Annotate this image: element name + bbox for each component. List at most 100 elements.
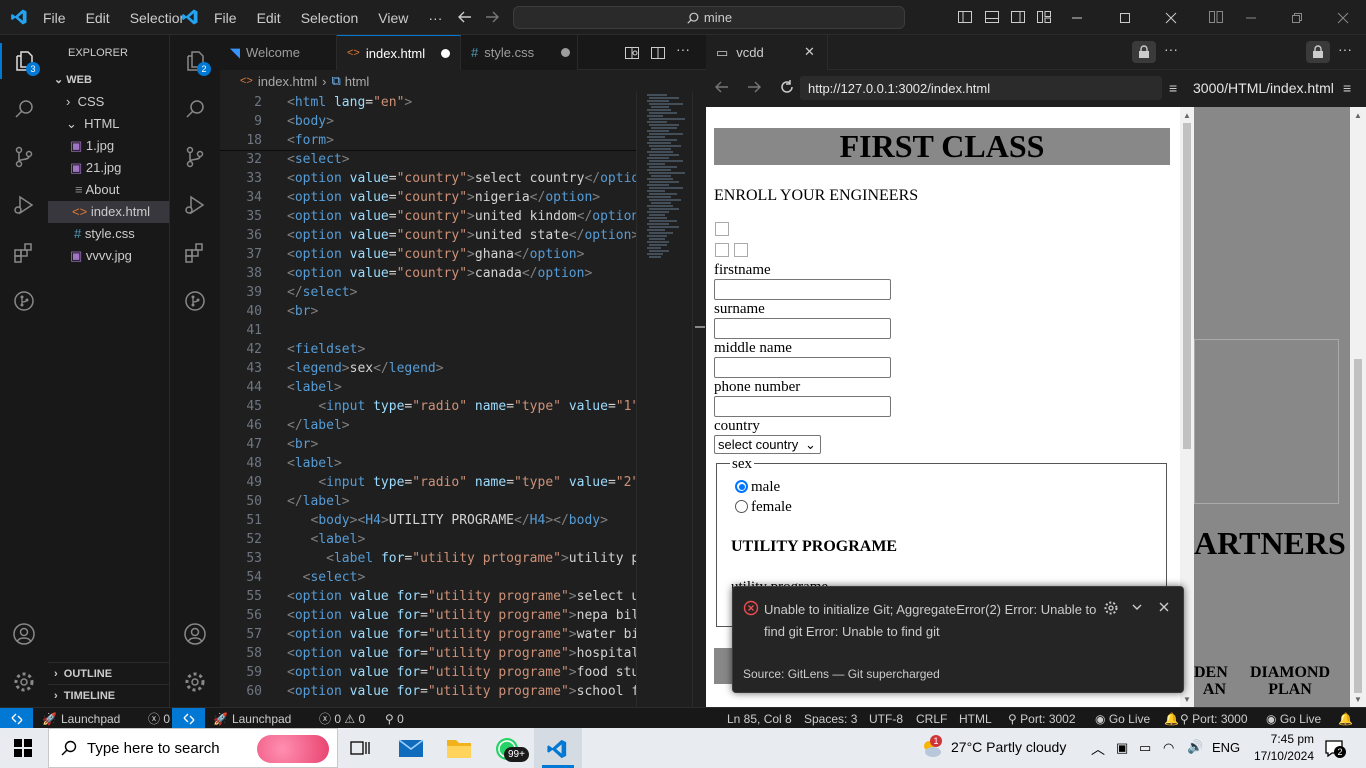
maximize-button[interactable]: [1102, 0, 1148, 35]
forward-arrow-icon[interactable]: [746, 79, 762, 95]
run-debug-icon[interactable]: [170, 181, 220, 229]
notifications-bell-icon[interactable]: 🔔: [1164, 708, 1179, 729]
page-scrollbar[interactable]: ▲ ▼: [1350, 107, 1366, 707]
code-line[interactable]: <select>: [287, 568, 639, 587]
restore-button-2[interactable]: [1274, 0, 1320, 35]
code-line[interactable]: <option value="country">nigeria</option>: [287, 188, 639, 207]
unsaved-dot-icon[interactable]: [561, 48, 570, 57]
close-tab-icon[interactable]: ✕: [804, 44, 815, 60]
ports-item[interactable]: ⚲ 0: [385, 708, 404, 729]
timeline-section[interactable]: › TIMELINE: [54, 685, 115, 707]
input-language[interactable]: ENG: [1212, 740, 1240, 755]
code-line[interactable]: </label>: [287, 492, 639, 511]
code-line[interactable]: <html lang="en">: [287, 93, 639, 112]
split-editor-icon[interactable]: [650, 45, 666, 61]
search-icon[interactable]: [0, 85, 48, 133]
gear-icon[interactable]: [1103, 600, 1119, 616]
chevron-up-icon[interactable]: ︿: [1091, 739, 1105, 759]
country-select[interactable]: select country ⌄: [714, 435, 821, 454]
extensions-icon[interactable]: [0, 229, 48, 277]
explorer-icon[interactable]: 3: [0, 37, 48, 85]
open-preview-icon[interactable]: [624, 45, 640, 61]
editor-scrollbar[interactable]: [692, 92, 706, 707]
launchpad-item[interactable]: 🚀 Launchpad: [213, 708, 291, 729]
code-line[interactable]: <option value for="utility programe">sch…: [287, 682, 639, 701]
explorer-icon[interactable]: 2: [170, 37, 220, 85]
taskbar-search-box[interactable]: Type here to search: [48, 728, 338, 768]
scroll-down-arrow-icon[interactable]: ▼: [1354, 695, 1362, 704]
command-center-search[interactable]: mine: [513, 6, 905, 29]
bg-menu-file[interactable]: File: [43, 10, 66, 26]
minimize-button[interactable]: [1054, 0, 1100, 35]
file-style-css[interactable]: # style.css: [74, 223, 135, 245]
code-line[interactable]: <option value="country">select country</…: [287, 169, 639, 188]
battery-icon[interactable]: ▭: [1139, 740, 1151, 756]
tab-style-css[interactable]: # style.css: [461, 35, 578, 70]
code-line[interactable]: <option value for="utility programe">foo…: [287, 663, 639, 682]
male-radio[interactable]: [735, 480, 748, 493]
indentation[interactable]: Spaces: 3: [804, 708, 857, 729]
whatsapp-icon[interactable]: 99+: [494, 736, 529, 762]
speaker-icon[interactable]: 🔊: [1187, 739, 1203, 755]
female-radio[interactable]: [735, 500, 748, 513]
unsaved-dot-icon[interactable]: [441, 49, 450, 58]
file-21-jpg[interactable]: ▣ 21.jpg: [70, 157, 121, 179]
code-line[interactable]: <select>: [287, 150, 639, 169]
file-explorer-icon[interactable]: [446, 737, 472, 759]
folder-web[interactable]: ⌄ WEB: [54, 69, 92, 91]
reload-icon[interactable]: [779, 79, 795, 95]
go-live-button-2[interactable]: ◉ Go Live: [1266, 708, 1321, 729]
toggle-sidebar-icon[interactable]: [957, 9, 973, 25]
menu-file[interactable]: File: [214, 10, 237, 26]
close-icon[interactable]: [1157, 600, 1171, 614]
bg-menu-selection[interactable]: Selection: [130, 10, 183, 26]
more-actions-icon[interactable]: ···: [676, 41, 690, 57]
go-live-button[interactable]: ◉ Go Live: [1095, 708, 1150, 729]
tab-welcome[interactable]: ◥ Welcome: [220, 35, 337, 70]
scroll-up-arrow-icon[interactable]: ▲: [1354, 111, 1362, 120]
code-line[interactable]: <option value="country">ghana</option>: [287, 245, 639, 264]
code-line[interactable]: <fieldset>: [287, 340, 639, 359]
notifications-bell-icon[interactable]: 🔔: [1338, 708, 1353, 729]
menu-view[interactable]: View: [378, 10, 408, 26]
account-icon[interactable]: [170, 610, 220, 658]
remote-indicator-icon[interactable]: [0, 708, 33, 729]
code-line[interactable]: </select>: [287, 283, 639, 302]
code-line[interactable]: <option value="country">united kindom</o…: [287, 207, 639, 226]
outline-section[interactable]: › OUTLINE: [54, 663, 112, 685]
gitlens-icon[interactable]: [170, 277, 220, 325]
vscode-taskbar-button[interactable]: [534, 728, 582, 768]
toggle-secondary-sidebar-icon[interactable]: [1010, 9, 1026, 25]
code-line[interactable]: <option value for="utility programe">wat…: [287, 625, 639, 644]
notification-center-icon[interactable]: 2: [1324, 738, 1346, 758]
weather-icon[interactable]: 1: [920, 735, 942, 759]
file-vvvv-jpg[interactable]: ▣ vvvv.jpg: [70, 245, 132, 267]
scrollbar-thumb[interactable]: [1183, 123, 1191, 449]
code-line[interactable]: <br>: [287, 302, 639, 321]
more-actions-icon[interactable]: ···: [1338, 41, 1352, 57]
file-about[interactable]: ≡ About: [75, 179, 119, 201]
minimap[interactable]: [636, 92, 692, 707]
remote-indicator-icon[interactable]: [172, 708, 205, 729]
file-1-jpg[interactable]: ▣ 1.jpg: [70, 135, 114, 157]
back-arrow-icon[interactable]: [457, 9, 473, 25]
toggle-panel-icon[interactable]: [984, 9, 1000, 25]
close-window-button-2[interactable]: [1320, 0, 1366, 35]
extensions-icon[interactable]: [170, 229, 220, 277]
launchpad-item[interactable]: 🚀 Launchpad: [42, 708, 120, 729]
breadcrumb-file[interactable]: index.html: [258, 74, 317, 89]
code-line[interactable]: <br>: [287, 435, 639, 454]
code-line[interactable]: <label>: [287, 378, 639, 397]
lock-icon[interactable]: [1132, 41, 1156, 63]
weather-text[interactable]: 27°C Partly cloudy: [951, 739, 1066, 755]
url-bar[interactable]: http://127.0.0.1:3002/index.html: [800, 76, 1162, 100]
minimize-button-2[interactable]: [1228, 0, 1274, 35]
more-actions-icon[interactable]: ···: [1164, 41, 1178, 57]
folder-css[interactable]: › CSS: [66, 91, 104, 113]
wifi-icon[interactable]: ◠: [1163, 740, 1174, 756]
code-line[interactable]: <input type="radio" name="type" value="1…: [287, 397, 639, 416]
problems-item-short[interactable]: ⓧ 0: [148, 708, 171, 729]
menu-icon[interactable]: ≡: [1343, 80, 1351, 96]
firstname-input[interactable]: [714, 279, 891, 300]
source-control-icon[interactable]: [170, 133, 220, 181]
